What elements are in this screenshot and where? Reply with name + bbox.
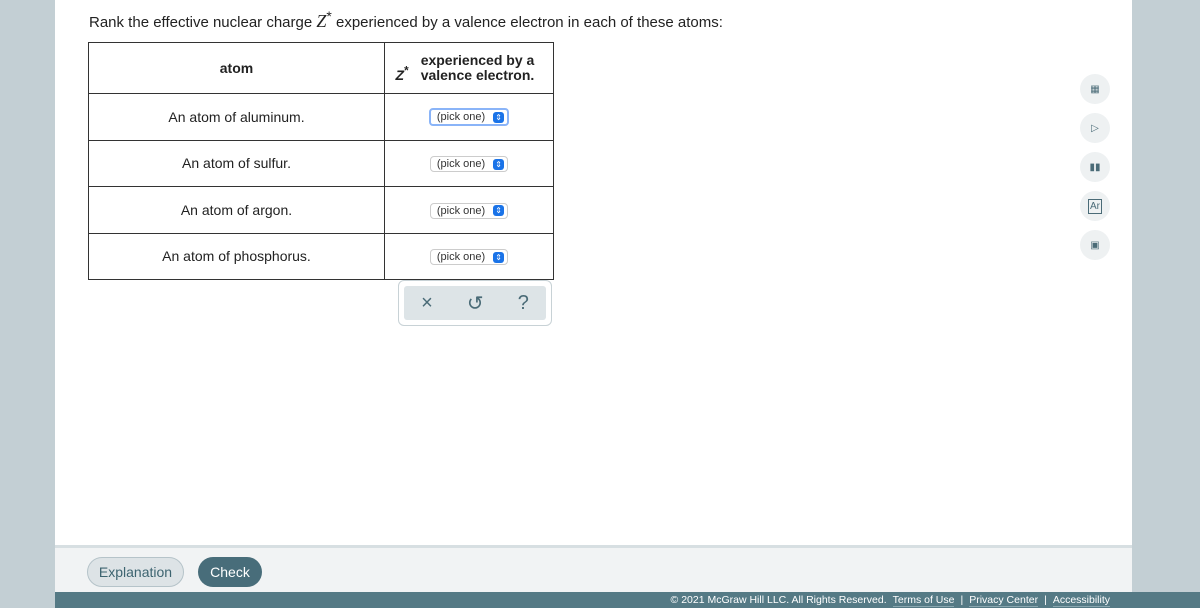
chevron-updown-icon: ⇕ — [493, 205, 505, 217]
separator: | — [960, 594, 964, 606]
chevron-updown-icon: ⇕ — [493, 158, 505, 170]
question-prompt: Rank the effective nuclear charge Z* exp… — [89, 8, 723, 32]
help-icon[interactable]: ? — [518, 292, 529, 315]
chart-icon[interactable]: ▮▮ — [1080, 152, 1110, 182]
header-atom: atom — [88, 42, 385, 94]
rank-select[interactable]: (pick one) ⇕ — [429, 202, 509, 219]
chevron-updown-icon: ⇕ — [493, 251, 505, 263]
select-value: (pick one) — [436, 204, 486, 217]
atom-label: An atom of sulfur. — [88, 139, 385, 187]
undo-icon[interactable]: ↺ — [467, 291, 484, 316]
z-symbol: Z — [395, 67, 405, 83]
select-value: (pick one) — [436, 158, 486, 171]
check-button[interactable]: Check — [198, 557, 262, 587]
periodic-label: Ar — [1088, 198, 1102, 214]
terms-link[interactable]: Terms of Use — [892, 594, 955, 607]
calculator-icon[interactable]: ▦ — [1080, 74, 1110, 104]
accessibility-link[interactable]: Accessibility — [1052, 594, 1110, 607]
select-value: (pick one) — [436, 111, 486, 124]
ranking-table: atom Z* experienced by a valence electro… — [88, 42, 554, 280]
prompt-text: Rank the effective nuclear charge — [89, 14, 317, 31]
separator: | — [1044, 594, 1047, 606]
header-text: experienced by a valence electron. — [420, 52, 535, 83]
table-row: An atom of aluminum. (pick one) ⇕ — [88, 93, 554, 141]
z-symbol: Z — [316, 11, 327, 31]
prompt-text-suffix: experienced by a valence electron in eac… — [331, 14, 723, 31]
answer-tools: × ↺ ? — [398, 280, 552, 326]
clear-icon[interactable]: × — [421, 292, 433, 315]
header-zstar: Z* experienced by a valence electron. — [384, 42, 554, 94]
table-row: An atom of phosphorus. (pick one) ⇕ — [88, 232, 554, 280]
rank-select[interactable]: (pick one) ⇕ — [428, 108, 510, 127]
table-row: An atom of sulfur. (pick one) ⇕ — [88, 139, 554, 187]
privacy-link[interactable]: Privacy Center — [969, 594, 1039, 607]
rank-select[interactable]: (pick one) ⇕ — [429, 156, 509, 173]
select-value: (pick one) — [436, 251, 486, 264]
action-bar: Explanation Check — [55, 545, 1132, 592]
atom-label: An atom of aluminum. — [88, 93, 385, 141]
z-sup: * — [404, 64, 409, 78]
atom-label: An atom of phosphorus. — [88, 232, 385, 280]
copyright: © 2021 McGraw Hill LLC. All Rights Reser… — [670, 594, 887, 606]
rank-select[interactable]: (pick one) ⇕ — [429, 249, 509, 266]
periodic-table-icon[interactable]: Ar — [1080, 191, 1110, 221]
video-icon[interactable]: ▷ — [1080, 113, 1110, 143]
explanation-button[interactable]: Explanation — [87, 557, 184, 587]
chevron-updown-icon: ⇕ — [493, 111, 505, 123]
tool-sidebar: ▦ ▷ ▮▮ Ar ▣ — [1080, 74, 1110, 269]
table-row: An atom of argon. (pick one) ⇕ — [88, 186, 554, 234]
footer: © 2021 McGraw Hill LLC. All Rights Reser… — [55, 592, 1200, 608]
atom-label: An atom of argon. — [88, 186, 385, 234]
reference-book-icon[interactable]: ▣ — [1080, 230, 1110, 260]
